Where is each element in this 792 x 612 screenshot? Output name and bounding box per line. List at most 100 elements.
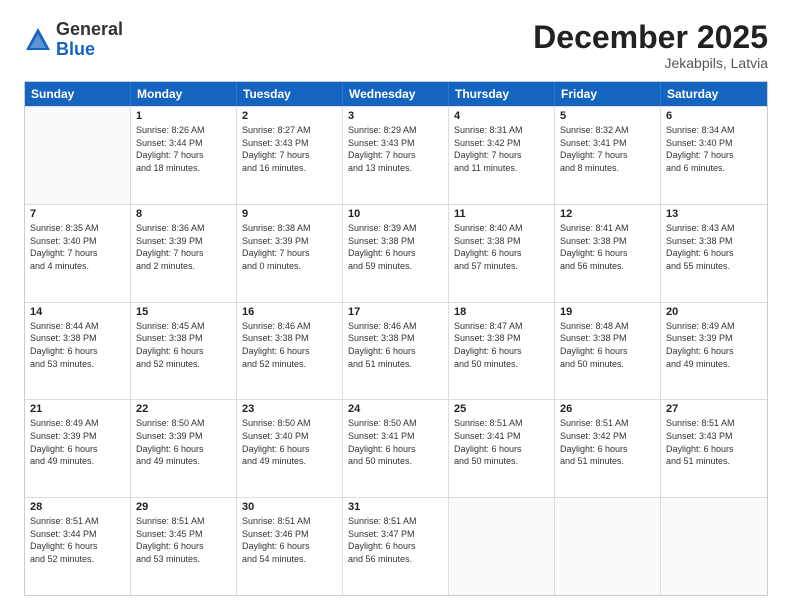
day-number: 16 (242, 306, 337, 318)
cell-info-line: and 52 minutes. (136, 358, 231, 371)
cell-info-line: Sunset: 3:38 PM (136, 332, 231, 345)
calendar-cell: 12Sunrise: 8:41 AMSunset: 3:38 PMDayligh… (555, 205, 661, 302)
cell-info-line: Sunrise: 8:32 AM (560, 124, 655, 137)
day-number: 9 (242, 208, 337, 220)
day-number: 2 (242, 110, 337, 122)
cell-info-line: Sunrise: 8:35 AM (30, 222, 125, 235)
calendar-cell: 23Sunrise: 8:50 AMSunset: 3:40 PMDayligh… (237, 400, 343, 497)
cell-info-line: Daylight: 6 hours (348, 345, 443, 358)
cell-info-line: and 52 minutes. (30, 553, 125, 566)
cell-info-line: Sunrise: 8:51 AM (136, 515, 231, 528)
day-number: 27 (666, 403, 762, 415)
cell-info-line: Sunset: 3:38 PM (560, 332, 655, 345)
cell-info-line: and 49 minutes. (30, 455, 125, 468)
cell-info-line: and 0 minutes. (242, 260, 337, 273)
day-number: 26 (560, 403, 655, 415)
calendar-row: 7Sunrise: 8:35 AMSunset: 3:40 PMDaylight… (25, 204, 767, 302)
day-number: 12 (560, 208, 655, 220)
calendar-cell: 8Sunrise: 8:36 AMSunset: 3:39 PMDaylight… (131, 205, 237, 302)
calendar-cell: 18Sunrise: 8:47 AMSunset: 3:38 PMDayligh… (449, 303, 555, 400)
cell-info-line: Sunrise: 8:36 AM (136, 222, 231, 235)
cell-info-line: Daylight: 6 hours (136, 345, 231, 358)
cell-info-line: Sunrise: 8:38 AM (242, 222, 337, 235)
calendar-cell: 27Sunrise: 8:51 AMSunset: 3:43 PMDayligh… (661, 400, 767, 497)
calendar-cell: 24Sunrise: 8:50 AMSunset: 3:41 PMDayligh… (343, 400, 449, 497)
day-number: 23 (242, 403, 337, 415)
calendar-cell: 1Sunrise: 8:26 AMSunset: 3:44 PMDaylight… (131, 107, 237, 204)
cell-info-line: Sunset: 3:43 PM (348, 137, 443, 150)
day-number: 30 (242, 501, 337, 513)
cell-info-line: Daylight: 6 hours (454, 247, 549, 260)
cell-info-line: Sunrise: 8:51 AM (242, 515, 337, 528)
calendar-cell: 5Sunrise: 8:32 AMSunset: 3:41 PMDaylight… (555, 107, 661, 204)
cell-info-line: Daylight: 6 hours (560, 247, 655, 260)
cell-info-line: and 18 minutes. (136, 162, 231, 175)
day-number: 28 (30, 501, 125, 513)
cell-info-line: Sunrise: 8:50 AM (242, 417, 337, 430)
cell-info-line: and 13 minutes. (348, 162, 443, 175)
cell-info-line: Daylight: 7 hours (560, 149, 655, 162)
logo-general: General (56, 20, 123, 40)
cell-info-line: Sunset: 3:40 PM (666, 137, 762, 150)
cell-info-line: Daylight: 6 hours (454, 443, 549, 456)
cell-info-line: and 53 minutes. (136, 553, 231, 566)
cell-info-line: Sunset: 3:39 PM (242, 235, 337, 248)
cell-info-line: and 16 minutes. (242, 162, 337, 175)
day-number: 19 (560, 306, 655, 318)
cell-info-line: Sunset: 3:41 PM (454, 430, 549, 443)
calendar-cell: 28Sunrise: 8:51 AMSunset: 3:44 PMDayligh… (25, 498, 131, 595)
cell-info-line: Sunrise: 8:26 AM (136, 124, 231, 137)
cell-info-line: Sunrise: 8:39 AM (348, 222, 443, 235)
cell-info-line: Sunrise: 8:46 AM (348, 320, 443, 333)
cell-info-line: Daylight: 6 hours (666, 247, 762, 260)
cell-info-line: and 8 minutes. (560, 162, 655, 175)
cell-info-line: Sunset: 3:38 PM (454, 235, 549, 248)
calendar-row: 1Sunrise: 8:26 AMSunset: 3:44 PMDaylight… (25, 106, 767, 204)
cell-info-line: Sunset: 3:47 PM (348, 528, 443, 541)
day-number: 20 (666, 306, 762, 318)
cell-info-line: and 57 minutes. (454, 260, 549, 273)
cell-info-line: and 51 minutes. (560, 455, 655, 468)
cell-info-line: Sunset: 3:43 PM (666, 430, 762, 443)
cell-info-line: Sunset: 3:38 PM (348, 332, 443, 345)
cell-info-line: Sunrise: 8:40 AM (454, 222, 549, 235)
calendar-cell: 4Sunrise: 8:31 AMSunset: 3:42 PMDaylight… (449, 107, 555, 204)
cell-info-line: Daylight: 7 hours (348, 149, 443, 162)
cell-info-line: Sunset: 3:46 PM (242, 528, 337, 541)
calendar-cell: 22Sunrise: 8:50 AMSunset: 3:39 PMDayligh… (131, 400, 237, 497)
cell-info-line: Daylight: 6 hours (242, 540, 337, 553)
day-number: 4 (454, 110, 549, 122)
cell-info-line: Daylight: 6 hours (30, 345, 125, 358)
calendar-cell: 17Sunrise: 8:46 AMSunset: 3:38 PMDayligh… (343, 303, 449, 400)
cell-info-line: Sunset: 3:39 PM (136, 430, 231, 443)
cell-info-line: Sunrise: 8:31 AM (454, 124, 549, 137)
cell-info-line: Daylight: 6 hours (454, 345, 549, 358)
cell-info-line: Sunrise: 8:34 AM (666, 124, 762, 137)
cell-info-line: Sunrise: 8:51 AM (454, 417, 549, 430)
cell-info-line: Sunset: 3:38 PM (454, 332, 549, 345)
calendar-row: 28Sunrise: 8:51 AMSunset: 3:44 PMDayligh… (25, 497, 767, 595)
cell-info-line: Daylight: 7 hours (136, 247, 231, 260)
cell-info-line: and 59 minutes. (348, 260, 443, 273)
day-number: 5 (560, 110, 655, 122)
cell-info-line: Sunset: 3:45 PM (136, 528, 231, 541)
weekday-header: Saturday (661, 82, 767, 106)
cell-info-line: and 56 minutes. (348, 553, 443, 566)
cell-info-line: Sunrise: 8:49 AM (666, 320, 762, 333)
cell-info-line: and 52 minutes. (242, 358, 337, 371)
calendar-cell: 6Sunrise: 8:34 AMSunset: 3:40 PMDaylight… (661, 107, 767, 204)
cell-info-line: Sunrise: 8:49 AM (30, 417, 125, 430)
cell-info-line: and 50 minutes. (348, 455, 443, 468)
day-number: 7 (30, 208, 125, 220)
cell-info-line: and 56 minutes. (560, 260, 655, 273)
weekday-header: Sunday (25, 82, 131, 106)
cell-info-line: and 50 minutes. (454, 455, 549, 468)
calendar-header: SundayMondayTuesdayWednesdayThursdayFrid… (25, 82, 767, 106)
day-number: 29 (136, 501, 231, 513)
title-area: December 2025 Jekabpils, Latvia (533, 20, 768, 71)
cell-info-line: Sunset: 3:39 PM (666, 332, 762, 345)
cell-info-line: Sunrise: 8:45 AM (136, 320, 231, 333)
cell-info-line: and 49 minutes. (242, 455, 337, 468)
cell-info-line: Daylight: 7 hours (30, 247, 125, 260)
weekday-header: Wednesday (343, 82, 449, 106)
